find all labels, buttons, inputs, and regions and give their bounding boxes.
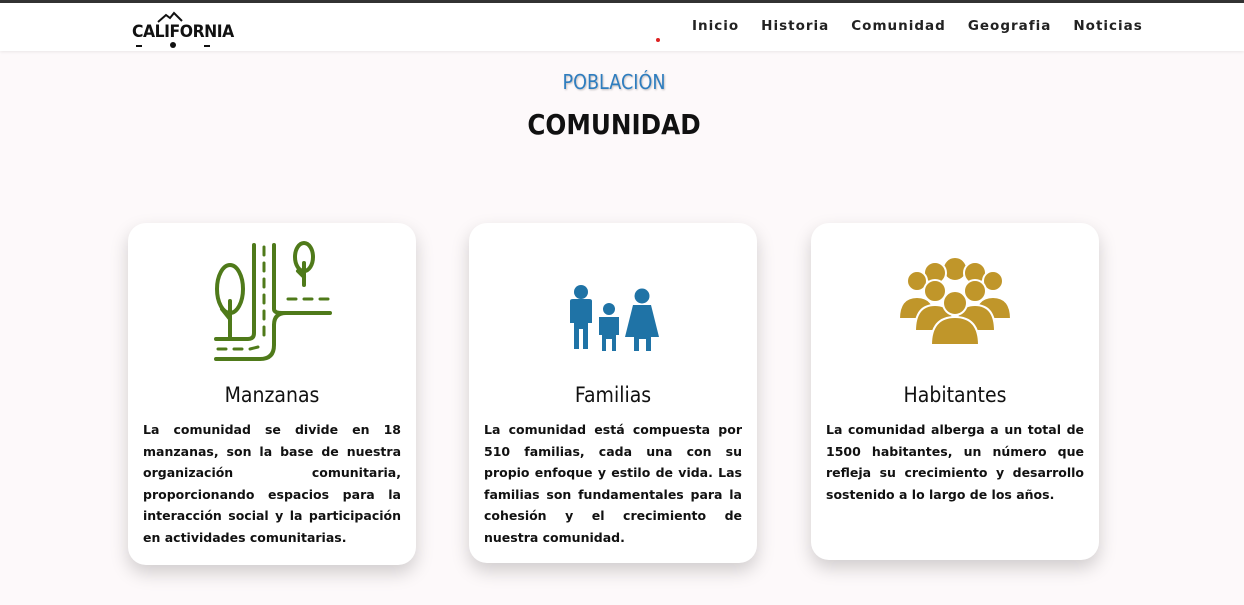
site-header: CALIFORNIA Inicio Historia Comunidad Geo… <box>0 3 1244 51</box>
nav-geografia[interactable]: Geografia <box>968 18 1052 34</box>
nav-comunidad[interactable]: Comunidad <box>851 18 946 34</box>
section-eyebrow: POBLACIÓN <box>562 70 666 94</box>
page-title: COMUNIDAD <box>527 108 701 141</box>
nav-inicio[interactable]: Inicio <box>692 18 739 34</box>
nav-noticias[interactable]: Noticias <box>1073 18 1142 34</box>
card-title: Manzanas <box>224 383 320 407</box>
red-dot <box>656 38 660 42</box>
card-title: Habitantes <box>903 383 1007 407</box>
main-nav: Inicio Historia Comunidad Geografia Noti… <box>692 18 1165 34</box>
road-trees-icon <box>212 241 332 361</box>
card-text: La comunidad se divide en 18 manzanas, s… <box>143 422 401 545</box>
card-text: La comunidad alberga a un total de 1500 … <box>826 422 1084 502</box>
card-habitantes: Habitantes La comunidad alberga a un tot… <box>811 223 1099 560</box>
card-text: La comunidad está compuesta por 510 fami… <box>484 422 742 545</box>
logo-text: CALIFORNIA <box>132 22 234 42</box>
card-manzanas: Manzanas La comunidad se divide en 18 ma… <box>128 223 416 565</box>
family-icon <box>553 241 673 361</box>
site-logo[interactable]: CALIFORNIA <box>132 9 234 49</box>
card-title: Familias <box>574 383 652 407</box>
crowd-icon <box>895 241 1015 361</box>
card-familias: Familias La comunidad está compuesta por… <box>469 223 757 563</box>
nav-historia[interactable]: Historia <box>761 18 829 34</box>
